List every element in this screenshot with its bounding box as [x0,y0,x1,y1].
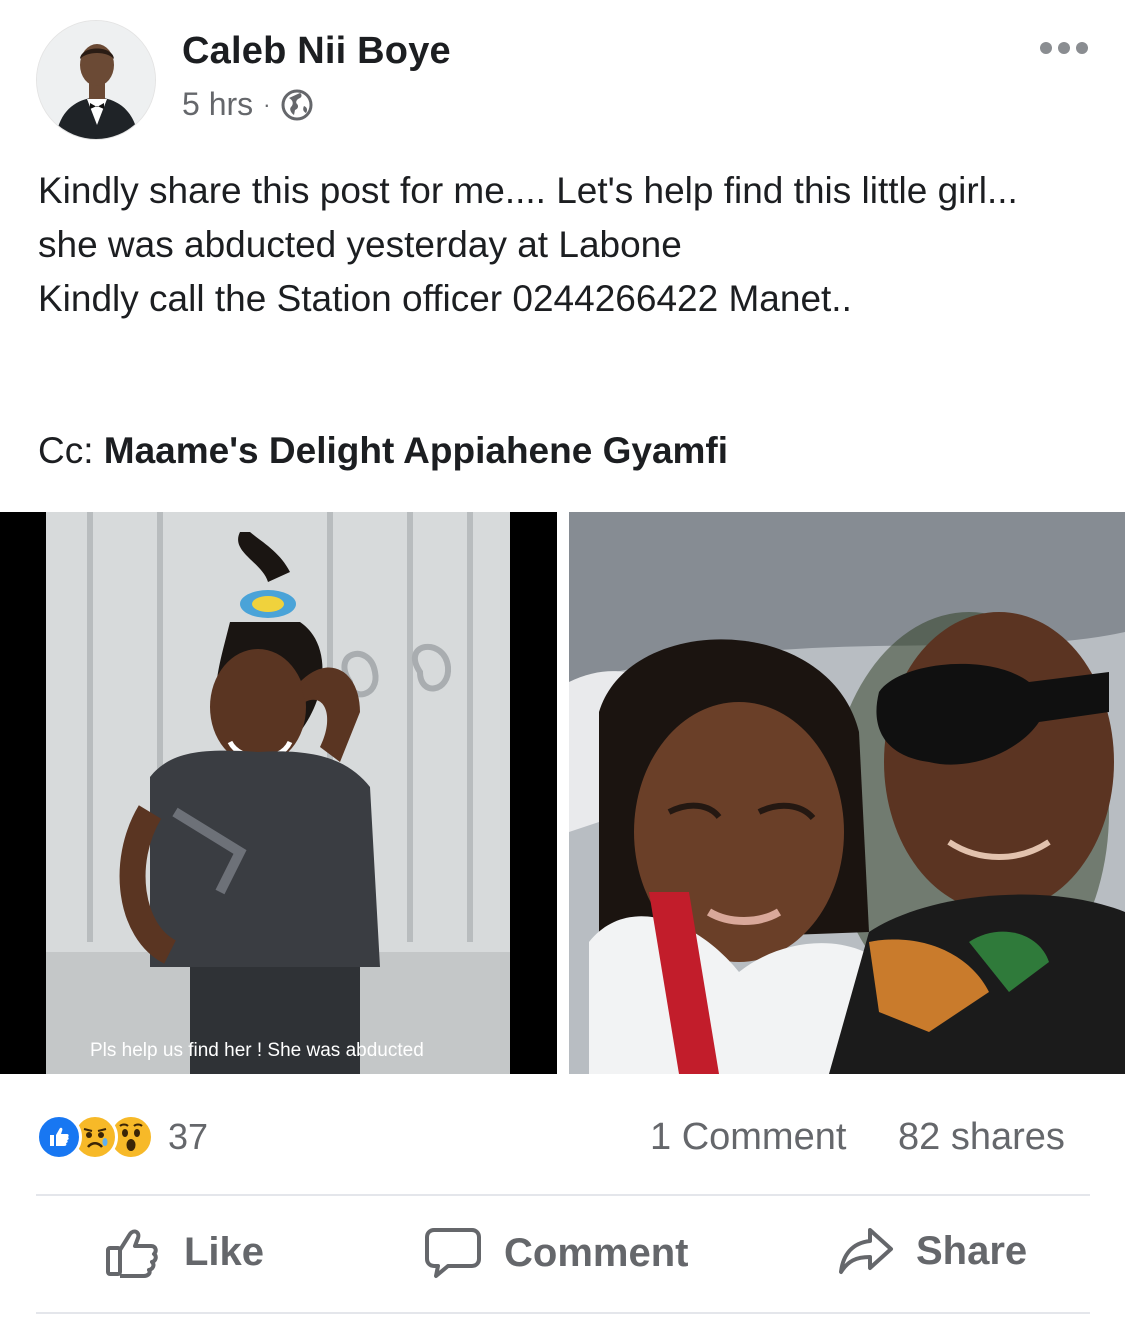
post-photo-left[interactable]: Pls help us find her ! She was abducted [0,512,557,1074]
author-name[interactable]: Caleb Nii Boye [182,30,451,73]
actions-divider-top [36,1194,1090,1196]
like-label: Like [184,1229,265,1274]
post-timestamp[interactable]: 5 hrs [182,86,253,123]
photo-girl-portrait [46,512,510,1074]
photo-caption-text: Pls help us find her ! She was abducted [90,1040,424,1061]
comment-bubble-icon [425,1228,481,1278]
more-dot [1058,42,1070,54]
share-arrow-icon [839,1228,893,1274]
comment-label: Comment [504,1230,689,1275]
share-label: Share [916,1228,1028,1273]
post-text-line: Kindly call the Station officer 02442664… [38,278,852,319]
shares-count-link[interactable]: 82 shares [898,1116,1065,1159]
post-text-line: Kindly share this post for me.... Let's … [38,170,1018,211]
more-dot [1040,42,1052,54]
more-options-icon[interactable] [1040,42,1088,54]
actions-divider-bottom [36,1312,1090,1314]
reactions-summary[interactable]: 37 [36,1114,208,1160]
photo-girl-with-man [569,512,1125,1074]
author-avatar[interactable] [36,20,156,140]
meta-separator: · [263,91,271,117]
more-dot [1076,42,1088,54]
avatar-image [37,21,155,139]
post-photo-right[interactable] [569,512,1125,1074]
like-reaction-icon [36,1114,82,1160]
post-meta: 5 hrs · [182,86,314,123]
post-body: Kindly share this post for me.... Let's … [38,164,1088,326]
post-text-line: she was abducted yesterday at Labone [38,224,682,265]
like-button[interactable]: Like [104,1226,264,1278]
share-button[interactable]: Share [838,1226,1027,1276]
cc-mention-link[interactable]: Maame's Delight Appiahene Gyamfi [104,430,728,471]
globe-icon[interactable] [280,88,314,122]
comments-count-link[interactable]: 1 Comment [650,1116,846,1159]
comment-button[interactable]: Comment [424,1226,688,1280]
reaction-count: 37 [168,1116,209,1157]
cc-label: Cc: [38,430,94,471]
cc-line: Cc: Maame's Delight Appiahene Gyamfi [38,430,728,472]
thumbs-up-icon [106,1229,158,1278]
